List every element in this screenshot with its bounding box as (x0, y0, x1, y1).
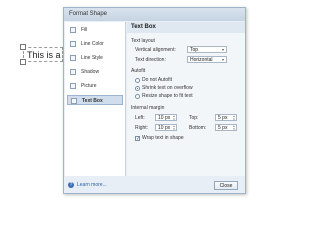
vertical-alignment-select[interactable]: Top ▾ (187, 46, 227, 53)
radio-do-not-autofit[interactable] (135, 78, 140, 83)
dialog-title: Format Shape (64, 8, 245, 21)
select-value: Horizontal (190, 57, 213, 63)
text-box-icon (71, 98, 77, 104)
spin-value: 10 px (158, 125, 171, 131)
select-value: Top (190, 47, 199, 53)
nav-label: Text Box (82, 98, 103, 104)
format-shape-dialog: Format Shape Fill Line Color Line Style … (63, 7, 246, 194)
left-margin-label: Left: (135, 115, 145, 121)
nav-item-line-style[interactable]: Line Style (67, 53, 123, 63)
bottom-margin-label: Bottom: (189, 125, 207, 131)
spinner-icon: ▴ ▾ (233, 114, 235, 121)
nav-item-text-box[interactable]: Text Box (67, 95, 123, 105)
top-margin-input[interactable]: 5 px ▴ ▾ (215, 114, 237, 121)
picture-icon (70, 83, 76, 89)
chevron-down-icon: ▾ (221, 57, 224, 62)
nav-label: Shadow (81, 69, 100, 75)
resize-handle[interactable] (20, 44, 26, 50)
text-direction-label: Text direction: (135, 57, 166, 63)
nav-label: Picture (81, 83, 97, 89)
right-margin-label: Right: (135, 125, 149, 131)
nav-pane: Fill Line Color Line Style Shadow Pictur… (65, 22, 126, 176)
wrap-text-label: Wrap text in shape (142, 135, 184, 141)
learn-more-link[interactable]: Learn more... (77, 181, 107, 189)
text-box-panel: Text Box Text layout Vertical alignment:… (127, 22, 245, 176)
chevron-down-icon: ▾ (221, 47, 224, 52)
nav-item-shadow[interactable]: Shadow (67, 67, 123, 77)
spin-value: 10 px (158, 115, 171, 121)
fill-icon (70, 27, 76, 33)
nav-label: Line Color (81, 41, 104, 47)
wrap-text-checkbox[interactable]: ✓ (135, 136, 140, 142)
right-margin-input[interactable]: 10 px ▴ ▾ (155, 124, 177, 131)
section-autofit: Autofit (131, 68, 146, 74)
dialog-footer: ? Learn more... Close (65, 178, 244, 193)
line-color-icon (70, 41, 76, 47)
text-direction-select[interactable]: Horizontal ▾ (187, 56, 227, 63)
close-button[interactable]: Close (214, 181, 238, 190)
left-margin-input[interactable]: 10 px ▴ ▾ (155, 114, 177, 121)
radio-label: Do not Autofit (142, 77, 173, 83)
section-internal-margin: Internal margin (131, 105, 165, 111)
nav-item-picture[interactable]: Picture (67, 81, 123, 91)
spinner-icon: ▴ ▾ (233, 124, 235, 131)
nav-item-line-color[interactable]: Line Color (67, 39, 123, 49)
bottom-margin-input[interactable]: 5 px ▴ ▾ (215, 124, 237, 131)
shadow-icon (70, 69, 76, 75)
line-style-icon (70, 55, 76, 61)
slide-text-box[interactable]: This is a text (23, 47, 63, 62)
help-icon[interactable]: ? (68, 182, 74, 188)
resize-handle[interactable] (20, 59, 26, 65)
radio-shrink-text[interactable] (135, 86, 140, 91)
nav-label: Line Style (81, 55, 103, 61)
radio-label: Resize shape to fit text (142, 93, 193, 99)
spinner-icon: ▴ ▾ (173, 124, 175, 131)
nav-label: Fill (81, 27, 88, 33)
slide-text: This is a text (27, 50, 62, 60)
radio-label: Shrink text on overflow (142, 85, 193, 91)
nav-item-fill[interactable]: Fill (67, 25, 123, 35)
radio-resize-shape[interactable] (135, 94, 140, 99)
spin-value: 5 px (218, 125, 228, 131)
vertical-alignment-label: Vertical alignment: (135, 47, 176, 53)
spin-value: 5 px (218, 115, 228, 121)
top-margin-label: Top: (189, 115, 199, 121)
section-text-layout: Text layout (131, 38, 155, 44)
panel-header: Text Box (127, 22, 245, 33)
spinner-icon: ▴ ▾ (173, 114, 175, 121)
